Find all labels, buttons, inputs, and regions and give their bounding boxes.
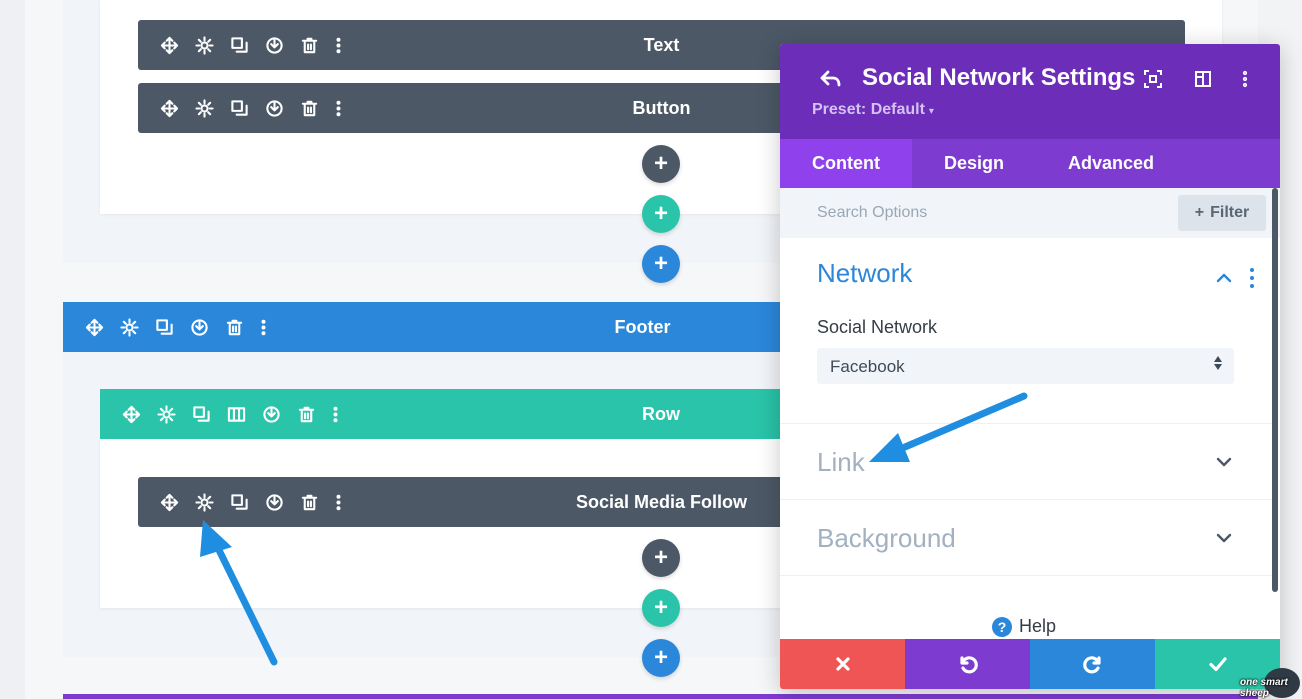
chevron-down-icon[interactable]	[1214, 452, 1234, 472]
gear-icon[interactable]	[187, 477, 222, 527]
more-icon[interactable]	[327, 83, 349, 133]
save-to-library-icon[interactable]	[254, 389, 289, 439]
modal-footer	[780, 639, 1280, 689]
preset-selector[interactable]: Preset: Default ▾	[812, 101, 934, 119]
add-section-button[interactable]: +	[642, 639, 680, 677]
save-to-library-icon[interactable]	[182, 302, 217, 352]
redo-button[interactable]	[1030, 639, 1155, 689]
duplicate-icon[interactable]	[222, 83, 257, 133]
select-value: Facebook	[830, 357, 905, 376]
toggle-title-link: Link	[817, 447, 865, 477]
help-icon: ?	[992, 616, 1012, 637]
toggle-title-network: Network	[817, 258, 913, 288]
save-to-library-icon[interactable]	[257, 83, 292, 133]
duplicate-icon[interactable]	[147, 302, 182, 352]
more-icon[interactable]	[252, 302, 274, 352]
add-module-button[interactable]: +	[642, 145, 680, 183]
undo-icon	[959, 656, 978, 674]
help-label: Help	[1019, 616, 1057, 636]
help-link[interactable]: ? Help	[992, 616, 1056, 637]
select-arrows-icon	[1214, 356, 1222, 370]
move-icon[interactable]	[77, 302, 112, 352]
search-options-bar[interactable]: Search Options + Filter	[780, 188, 1280, 238]
trash-icon[interactable]	[292, 477, 327, 527]
gear-icon[interactable]	[149, 389, 184, 439]
checkmark-icon	[1208, 657, 1227, 672]
filter-label: Filter	[1210, 204, 1250, 221]
duplicate-icon[interactable]	[222, 20, 257, 70]
move-icon[interactable]	[152, 477, 187, 527]
add-module-button[interactable]: +	[642, 539, 680, 577]
search-options-input[interactable]: Search Options	[817, 204, 927, 222]
undo-button[interactable]	[905, 639, 1030, 689]
caret-down-icon: ▾	[928, 106, 934, 117]
watermark-text: one smart sheep	[1240, 677, 1288, 699]
toggle-title-background: Background	[817, 523, 956, 553]
settings-modal: Social Network Settings Preset: Default ▾…	[780, 44, 1280, 689]
modal-title: Social Network Settings	[862, 64, 1136, 91]
back-arrow-icon[interactable]	[818, 66, 844, 92]
fullscreen-icon[interactable]	[1140, 66, 1166, 92]
move-icon[interactable]	[152, 83, 187, 133]
duplicate-icon[interactable]	[222, 477, 257, 527]
field-label-social-network: Social Network	[817, 317, 938, 337]
more-options-icon[interactable]	[1232, 66, 1258, 92]
trash-icon[interactable]	[292, 20, 327, 70]
gear-icon[interactable]	[112, 302, 147, 352]
close-icon	[835, 657, 850, 671]
chevron-up-icon[interactable]	[1214, 268, 1234, 288]
more-icon[interactable]	[327, 20, 349, 70]
filter-button[interactable]: + Filter	[1178, 195, 1266, 231]
save-to-library-icon[interactable]	[257, 20, 292, 70]
move-icon[interactable]	[152, 20, 187, 70]
split-view-icon[interactable]	[1190, 66, 1216, 92]
move-icon[interactable]	[114, 389, 149, 439]
chevron-down-icon[interactable]	[1214, 528, 1234, 548]
duplicate-icon[interactable]	[184, 389, 219, 439]
add-row-button[interactable]: +	[642, 589, 680, 627]
trash-icon[interactable]	[217, 302, 252, 352]
modal-header: Social Network Settings Preset: Default ▾	[780, 44, 1280, 139]
modal-tabs: Content Design Advanced	[780, 139, 1280, 188]
scrollbar[interactable]	[1272, 188, 1278, 592]
tab-design[interactable]: Design	[912, 139, 1036, 188]
discard-button[interactable]	[780, 639, 905, 689]
more-icon[interactable]	[324, 389, 346, 439]
gear-icon[interactable]	[187, 83, 222, 133]
trash-icon[interactable]	[292, 83, 327, 133]
save-to-library-icon[interactable]	[257, 477, 292, 527]
tab-advanced[interactable]: Advanced	[1036, 139, 1186, 188]
more-icon[interactable]	[327, 477, 349, 527]
social-network-select[interactable]: Facebook	[817, 348, 1234, 384]
toggle-background[interactable]: Background	[780, 500, 1272, 576]
watermark-logo: one smart sheep	[1238, 668, 1302, 699]
redo-icon	[1082, 656, 1101, 674]
gear-icon[interactable]	[187, 20, 222, 70]
add-row-button[interactable]: +	[642, 195, 680, 233]
plus-icon: +	[1194, 204, 1205, 221]
tab-content[interactable]: Content	[780, 139, 912, 188]
trash-icon[interactable]	[289, 389, 324, 439]
preset-label: Preset: Default	[812, 101, 925, 118]
next-section-edge	[63, 694, 1258, 699]
toggle-link[interactable]: Link	[780, 424, 1272, 500]
columns-icon[interactable]	[219, 389, 254, 439]
add-section-button[interactable]: +	[642, 245, 680, 283]
toggle-menu-icon[interactable]	[1249, 268, 1255, 288]
